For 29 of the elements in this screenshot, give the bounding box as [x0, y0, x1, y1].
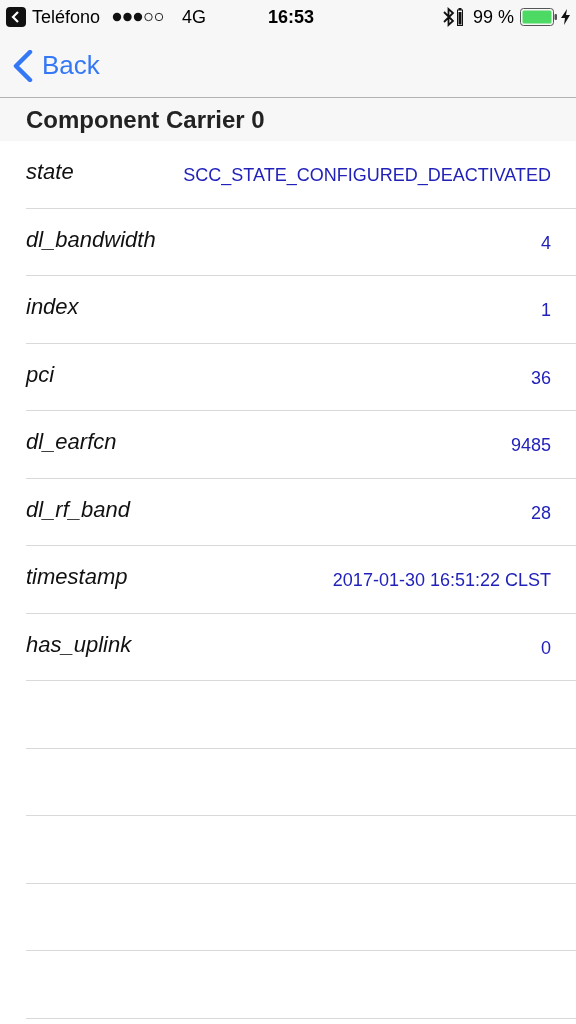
- back-to-app-icon[interactable]: [6, 7, 26, 27]
- charging-bolt-icon: [561, 9, 570, 25]
- row-label: timestamp: [26, 564, 128, 590]
- row-label: dl_bandwidth: [26, 226, 156, 253]
- row-label: index: [26, 294, 79, 320]
- network-type: 4G: [182, 5, 207, 29]
- row-value: 1: [541, 299, 551, 321]
- row-value: SCC_STATE_CONFIGURED_DEACTIVATED: [183, 164, 551, 186]
- row-label: state: [26, 159, 74, 185]
- back-to-app-label[interactable]: Teléfono: [32, 3, 101, 31]
- row-value: 4: [541, 231, 551, 254]
- row-label: dl_rf_band: [26, 496, 130, 523]
- battery-icon: [520, 8, 558, 26]
- row-value: 36: [530, 366, 551, 389]
- row-value: 28: [530, 501, 551, 524]
- row-label: has_uplink: [26, 631, 132, 658]
- section-header: Component Carrier 0: [26, 104, 265, 135]
- row-value: 0: [541, 636, 551, 659]
- signal-icon: [112, 12, 165, 22]
- back-button[interactable]: Back: [0, 34, 100, 97]
- device-battery-icon: [456, 8, 463, 26]
- bluetooth-icon: [442, 7, 455, 27]
- clock: 16:53: [268, 5, 315, 29]
- row-value: 2017-01-30 16:51:22 CLST: [332, 569, 551, 591]
- battery-percent: 99 %: [472, 5, 514, 29]
- row-label: dl_earfcn: [26, 429, 117, 455]
- row-value: 9485: [510, 434, 551, 456]
- row-label: pci: [26, 361, 55, 388]
- chevron-left-icon: [12, 49, 34, 82]
